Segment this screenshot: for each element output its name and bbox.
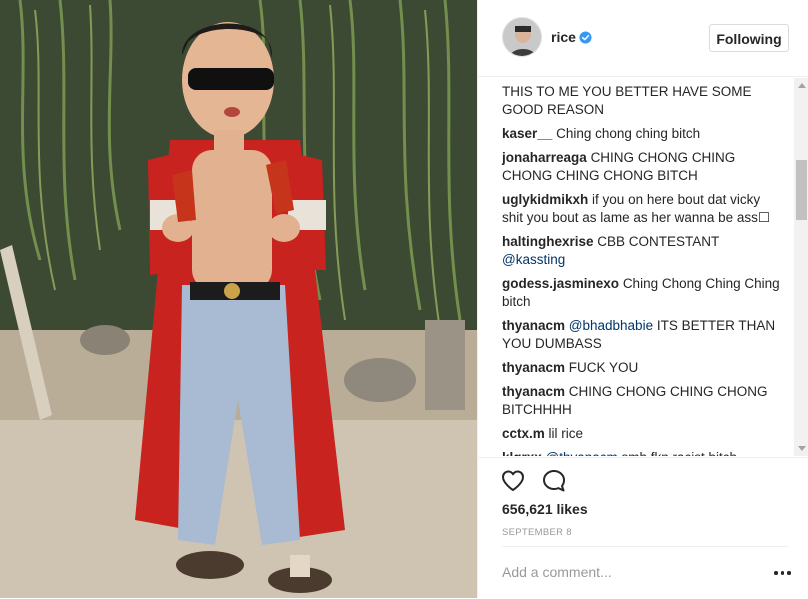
- comment-text: Ching chong ching bitch: [556, 126, 701, 141]
- comment-text: FUCK YOU: [568, 360, 639, 375]
- comment-item: jonaharreaga CHING CHONG CHING CHONG CHI…: [502, 149, 782, 185]
- comment-text: lil rice: [548, 426, 584, 441]
- comment-item: haltinghexrise CBB CONTESTANT @kassting: [502, 233, 782, 269]
- comments-container: THIS TO ME YOU BETTER HAVE SOME GOOD REA…: [502, 83, 782, 456]
- avatar[interactable]: [502, 17, 542, 57]
- speech-bubble-icon[interactable]: [541, 468, 567, 494]
- comments-scrollbar[interactable]: [794, 78, 808, 456]
- add-comment-input[interactable]: [502, 561, 752, 583]
- comment-username[interactable]: thyanacm: [502, 360, 565, 375]
- post-photo-illustration: [0, 0, 477, 598]
- comment-text: THIS TO ME YOU BETTER HAVE SOME GOOD REA…: [502, 84, 752, 117]
- comment-username[interactable]: uglykidmikxh: [502, 192, 588, 207]
- comment-username[interactable]: kaser__: [502, 126, 552, 141]
- comment-item: THIS TO ME YOU BETTER HAVE SOME GOOD REA…: [502, 83, 782, 119]
- comment-item: thyanacm CHING CHONG CHING CHONG BITCHHH…: [502, 383, 782, 419]
- comment-username[interactable]: godess.jasminexo: [502, 276, 619, 291]
- scroll-up-arrow-icon[interactable]: [798, 83, 806, 88]
- post-header: rice Following: [478, 0, 808, 77]
- post-actions: 656,621 likes SEPTEMBER 8: [478, 457, 808, 598]
- post-date: SEPTEMBER 8: [502, 527, 572, 538]
- username[interactable]: rice: [551, 29, 576, 45]
- comment-item: klgrxx @thyanacm smh fkn racist bitch: [502, 449, 782, 456]
- comment-text: CBB CONTESTANT: [597, 234, 720, 249]
- comment-item: kaser__ Ching chong ching bitch: [502, 125, 782, 143]
- comment-mention[interactable]: @bhadbhabie: [569, 318, 653, 333]
- comment-item: thyanacm @bhadbhabie ITS BETTER THAN YOU…: [502, 317, 782, 353]
- comment-item: thyanacm FUCK YOU: [502, 359, 782, 377]
- scroll-down-arrow-icon[interactable]: [798, 446, 806, 451]
- comment-item: cctx.m lil rice: [502, 425, 782, 443]
- comment-username[interactable]: thyanacm: [502, 318, 565, 333]
- post-details-panel: rice Following THIS TO ME YOU BETTER HAV…: [477, 0, 808, 598]
- comment-mention[interactable]: @thyanacm: [546, 450, 618, 456]
- verified-badge-icon: [579, 31, 592, 44]
- heart-outline-icon[interactable]: [500, 468, 526, 494]
- avatar-image: [503, 18, 541, 56]
- comments-list[interactable]: THIS TO ME YOU BETTER HAVE SOME GOOD REA…: [478, 78, 808, 456]
- post-photo[interactable]: [0, 0, 477, 598]
- comment-mention[interactable]: @kassting: [502, 252, 565, 267]
- comment-username[interactable]: thyanacm: [502, 384, 565, 399]
- ellipsis-icon[interactable]: [774, 571, 792, 577]
- comment-username[interactable]: haltinghexrise: [502, 234, 594, 249]
- instagram-post-window: rice Following THIS TO ME YOU BETTER HAV…: [0, 0, 808, 598]
- comment-text: smh fkn racist bitch: [618, 450, 738, 456]
- comment-item: uglykidmikxh if you on here bout dat vic…: [502, 191, 782, 227]
- comment-username[interactable]: jonaharreaga: [502, 150, 587, 165]
- comment-username[interactable]: klgrxx: [502, 450, 542, 456]
- following-button[interactable]: Following: [709, 24, 789, 52]
- comment-username[interactable]: cctx.m: [502, 426, 545, 441]
- comment-item: godess.jasminexo Ching Chong Ching Ching…: [502, 275, 782, 311]
- add-comment-section: [502, 546, 791, 599]
- likes-count[interactable]: 656,621 likes: [502, 501, 588, 517]
- scroll-thumb[interactable]: [796, 160, 807, 220]
